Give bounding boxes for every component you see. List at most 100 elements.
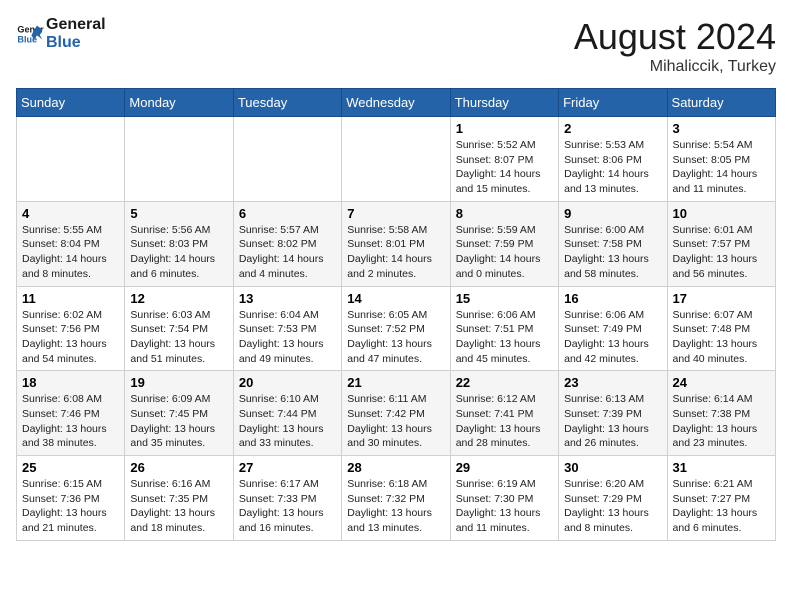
calendar-day-header: Friday [559, 89, 667, 117]
day-number: 17 [673, 291, 770, 306]
calendar-cell: 26 Sunrise: 6:16 AM Sunset: 7:35 PM Dayli… [125, 456, 233, 541]
calendar-cell [233, 117, 341, 202]
calendar-cell: 9 Sunrise: 6:00 AM Sunset: 7:58 PM Daylig… [559, 201, 667, 286]
location-subtitle: Mihaliccik, Turkey [574, 58, 776, 76]
day-info: Sunrise: 6:18 AM Sunset: 7:32 PM Dayligh… [347, 477, 444, 536]
month-title: August 2024 [574, 16, 776, 58]
calendar-cell: 11 Sunrise: 6:02 AM Sunset: 7:56 PM Dayli… [17, 286, 125, 371]
day-number: 14 [347, 291, 444, 306]
calendar-cell: 16 Sunrise: 6:06 AM Sunset: 7:49 PM Dayli… [559, 286, 667, 371]
day-number: 23 [564, 375, 661, 390]
day-number: 29 [456, 460, 553, 475]
day-number: 24 [673, 375, 770, 390]
calendar-day-header: Sunday [17, 89, 125, 117]
day-number: 9 [564, 206, 661, 221]
logo: General Blue General Blue [16, 16, 106, 51]
day-number: 31 [673, 460, 770, 475]
calendar-cell: 3Sunrise: 5:54 AM Sunset: 8:05 PM Daylig… [667, 117, 775, 202]
calendar-cell: 20 Sunrise: 6:10 AM Sunset: 7:44 PM Dayli… [233, 371, 341, 456]
day-number: 15 [456, 291, 553, 306]
calendar-cell: 23 Sunrise: 6:13 AM Sunset: 7:39 PM Dayli… [559, 371, 667, 456]
calendar-cell: 14 Sunrise: 6:05 AM Sunset: 7:52 PM Dayli… [342, 286, 450, 371]
day-info: Sunrise: 6:08 AM Sunset: 7:46 PM Dayligh… [22, 392, 119, 451]
calendar-week-row: 11 Sunrise: 6:02 AM Sunset: 7:56 PM Dayli… [17, 286, 776, 371]
day-info: Sunrise: 6:01 AM Sunset: 7:57 PM Dayligh… [673, 223, 770, 282]
day-number: 11 [22, 291, 119, 306]
day-info: Sunrise: 6:04 AM Sunset: 7:53 PM Dayligh… [239, 308, 336, 367]
day-info: Sunrise: 6:06 AM Sunset: 7:49 PM Dayligh… [564, 308, 661, 367]
day-number: 21 [347, 375, 444, 390]
calendar-cell: 24 Sunrise: 6:14 AM Sunset: 7:38 PM Dayli… [667, 371, 775, 456]
calendar-cell: 22 Sunrise: 6:12 AM Sunset: 7:41 PM Dayli… [450, 371, 558, 456]
day-info: Sunrise: 6:05 AM Sunset: 7:52 PM Dayligh… [347, 308, 444, 367]
day-info: Sunrise: 6:14 AM Sunset: 7:38 PM Dayligh… [673, 392, 770, 451]
day-info: Sunrise: 6:10 AM Sunset: 7:44 PM Dayligh… [239, 392, 336, 451]
calendar-cell: 2 Sunrise: 5:53 AM Sunset: 8:06 PM Daylig… [559, 117, 667, 202]
day-info: Sunrise: 6:07 AM Sunset: 7:48 PM Dayligh… [673, 308, 770, 367]
calendar-cell: 17 Sunrise: 6:07 AM Sunset: 7:48 PM Dayli… [667, 286, 775, 371]
day-info: Sunrise: 6:19 AM Sunset: 7:30 PM Dayligh… [456, 477, 553, 536]
page-header: General Blue General Blue August 2024 Mi… [16, 16, 776, 76]
day-info: Sunrise: 6:02 AM Sunset: 7:56 PM Dayligh… [22, 308, 119, 367]
day-info: Sunrise: 5:59 AM Sunset: 7:59 PM Dayligh… [456, 223, 553, 282]
calendar-day-header: Wednesday [342, 89, 450, 117]
calendar-cell: 10 Sunrise: 6:01 AM Sunset: 7:57 PM Dayli… [667, 201, 775, 286]
calendar-day-header: Monday [125, 89, 233, 117]
calendar-cell [125, 117, 233, 202]
logo-general-text: General [46, 16, 106, 34]
calendar-cell: 28 Sunrise: 6:18 AM Sunset: 7:32 PM Dayli… [342, 456, 450, 541]
calendar-week-row: 4 Sunrise: 5:55 AM Sunset: 8:04 PM Daylig… [17, 201, 776, 286]
calendar-cell: 7Sunrise: 5:58 AM Sunset: 8:01 PM Daylig… [342, 201, 450, 286]
calendar-day-header: Tuesday [233, 89, 341, 117]
calendar-cell: 29 Sunrise: 6:19 AM Sunset: 7:30 PM Dayli… [450, 456, 558, 541]
day-info: Sunrise: 6:17 AM Sunset: 7:33 PM Dayligh… [239, 477, 336, 536]
day-info: Sunrise: 5:52 AM Sunset: 8:07 PM Dayligh… [456, 138, 553, 197]
day-info: Sunrise: 6:03 AM Sunset: 7:54 PM Dayligh… [130, 308, 227, 367]
day-info: Sunrise: 5:53 AM Sunset: 8:06 PM Dayligh… [564, 138, 661, 197]
calendar-cell: 18Sunrise: 6:08 AM Sunset: 7:46 PM Dayli… [17, 371, 125, 456]
calendar-cell: 31 Sunrise: 6:21 AM Sunset: 7:27 PM Dayli… [667, 456, 775, 541]
day-info: Sunrise: 5:55 AM Sunset: 8:04 PM Dayligh… [22, 223, 119, 282]
day-number: 13 [239, 291, 336, 306]
calendar-cell: 8 Sunrise: 5:59 AM Sunset: 7:59 PM Daylig… [450, 201, 558, 286]
day-number: 4 [22, 206, 119, 221]
calendar-cell: 12Sunrise: 6:03 AM Sunset: 7:54 PM Dayli… [125, 286, 233, 371]
day-number: 26 [130, 460, 227, 475]
day-number: 7 [347, 206, 444, 221]
day-info: Sunrise: 6:12 AM Sunset: 7:41 PM Dayligh… [456, 392, 553, 451]
day-number: 10 [673, 206, 770, 221]
day-number: 16 [564, 291, 661, 306]
calendar-table: SundayMondayTuesdayWednesdayThursdayFrid… [16, 88, 776, 541]
day-info: Sunrise: 6:16 AM Sunset: 7:35 PM Dayligh… [130, 477, 227, 536]
day-info: Sunrise: 6:00 AM Sunset: 7:58 PM Dayligh… [564, 223, 661, 282]
calendar-cell: 15Sunrise: 6:06 AM Sunset: 7:51 PM Dayli… [450, 286, 558, 371]
calendar-cell: 30 Sunrise: 6:20 AM Sunset: 7:29 PM Dayli… [559, 456, 667, 541]
calendar-cell: 27 Sunrise: 6:17 AM Sunset: 7:33 PM Dayli… [233, 456, 341, 541]
day-number: 25 [22, 460, 119, 475]
title-area: August 2024 Mihaliccik, Turkey [574, 16, 776, 76]
day-info: Sunrise: 6:20 AM Sunset: 7:29 PM Dayligh… [564, 477, 661, 536]
calendar-day-header: Saturday [667, 89, 775, 117]
calendar-cell [17, 117, 125, 202]
calendar-cell: 19Sunrise: 6:09 AM Sunset: 7:45 PM Dayli… [125, 371, 233, 456]
calendar-week-row: 25 Sunrise: 6:15 AM Sunset: 7:36 PM Dayli… [17, 456, 776, 541]
day-info: Sunrise: 6:09 AM Sunset: 7:45 PM Dayligh… [130, 392, 227, 451]
day-number: 20 [239, 375, 336, 390]
calendar-day-header: Thursday [450, 89, 558, 117]
calendar-cell: 13 Sunrise: 6:04 AM Sunset: 7:53 PM Dayli… [233, 286, 341, 371]
day-number: 30 [564, 460, 661, 475]
day-number: 28 [347, 460, 444, 475]
day-info: Sunrise: 6:11 AM Sunset: 7:42 PM Dayligh… [347, 392, 444, 451]
calendar-cell: 25 Sunrise: 6:15 AM Sunset: 7:36 PM Dayli… [17, 456, 125, 541]
day-info: Sunrise: 6:15 AM Sunset: 7:36 PM Dayligh… [22, 477, 119, 536]
calendar-cell: 6Sunrise: 5:57 AM Sunset: 8:02 PM Daylig… [233, 201, 341, 286]
day-number: 1 [456, 121, 553, 136]
day-info: Sunrise: 6:13 AM Sunset: 7:39 PM Dayligh… [564, 392, 661, 451]
day-number: 8 [456, 206, 553, 221]
day-number: 2 [564, 121, 661, 136]
day-info: Sunrise: 6:21 AM Sunset: 7:27 PM Dayligh… [673, 477, 770, 536]
day-number: 5 [130, 206, 227, 221]
calendar-cell: 21 Sunrise: 6:11 AM Sunset: 7:42 PM Dayli… [342, 371, 450, 456]
day-number: 27 [239, 460, 336, 475]
day-number: 22 [456, 375, 553, 390]
